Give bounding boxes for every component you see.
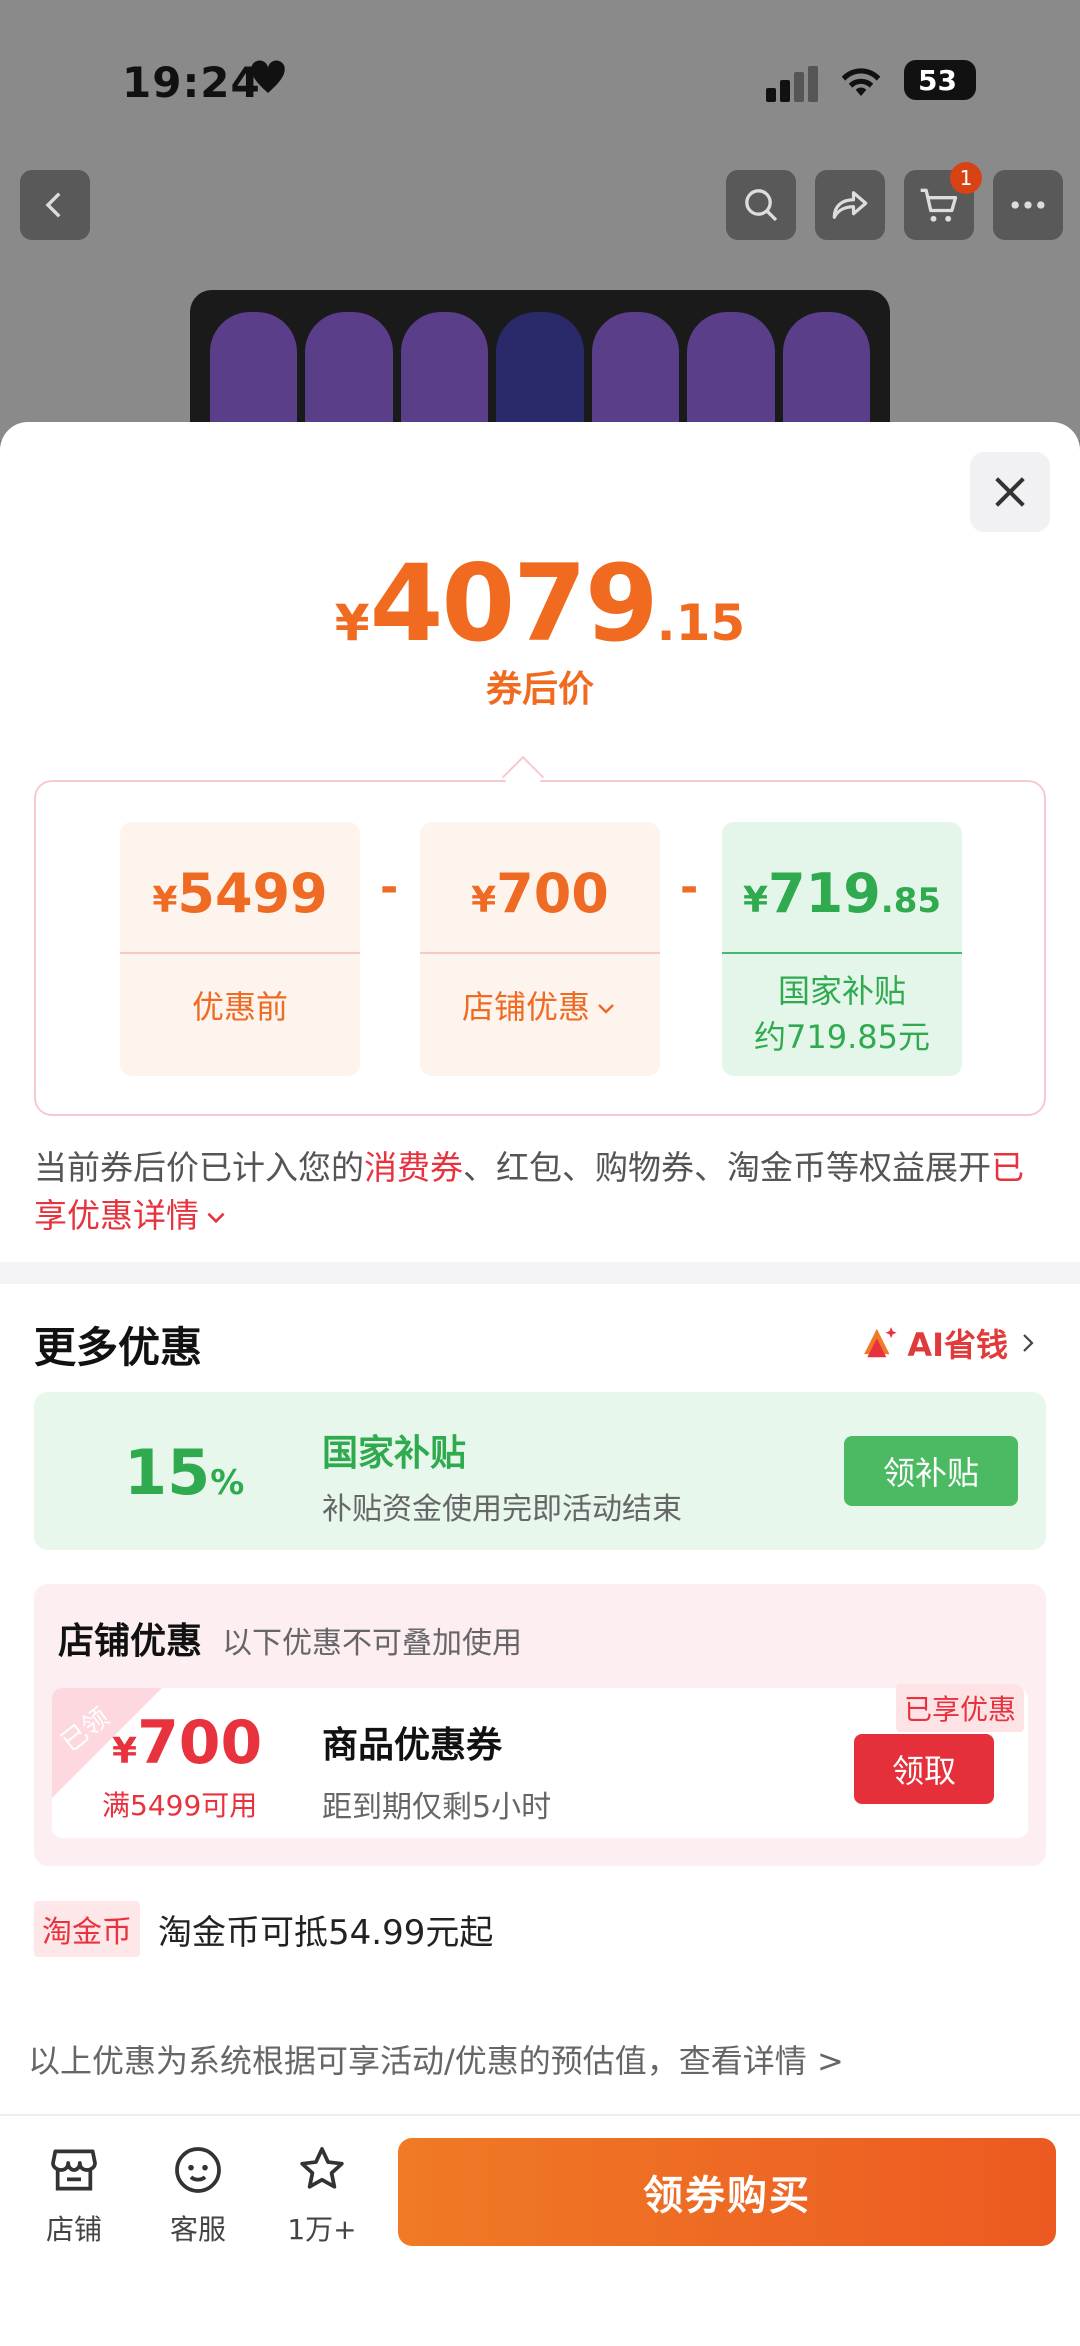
chevron-right-icon — [1023, 1334, 1034, 1352]
star-icon — [300, 2147, 344, 2189]
store-offer-section: 店铺优惠 以下优惠不可叠加使用 已领 ¥700 满5499可用 商品优惠券 距到… — [34, 1584, 1046, 1866]
price-breakdown: ¥5499 优惠前 - ¥700 店铺优惠 - ¥719.85 国家补贴 约71… — [34, 780, 1046, 1116]
subsidy-value: 719 — [768, 862, 881, 925]
card-divider — [722, 952, 962, 954]
subsidy-amount: ¥719.85 — [722, 862, 962, 925]
card-divider — [420, 952, 660, 954]
currency-symbol: ¥ — [334, 594, 370, 652]
customer-service-tab[interactable]: 客服 — [148, 2142, 248, 2248]
final-price: ¥4079.15 — [0, 542, 1080, 665]
note-text: 当前券后价已计入您的 — [34, 1148, 364, 1187]
bottom-action-bar: 店铺 客服 1万+ 领券购买 — [0, 2114, 1080, 2346]
status-bar: 19:24 53 — [0, 40, 1080, 120]
cart-button[interactable]: 1 — [904, 162, 982, 240]
discount-disclaimer-link[interactable]: 以上优惠为系统根据可享活动/优惠的预估值，查看详情 > — [28, 2036, 844, 2082]
store-offer-subtitle: 以下优惠不可叠加使用 — [222, 1626, 522, 1661]
store-discount: ¥700 — [420, 862, 660, 925]
consumer-coupon-link[interactable]: 消费券 — [364, 1148, 463, 1187]
chevron-down-icon — [207, 1212, 225, 1223]
original-price: ¥5499 — [120, 862, 360, 925]
currency-symbol: ¥ — [112, 1731, 138, 1772]
price-caption: 券后价 — [485, 669, 594, 710]
claim-and-buy-button[interactable]: 领券购买 — [398, 2138, 1056, 2246]
back-button[interactable] — [20, 170, 90, 240]
store-tab[interactable]: 店铺 — [24, 2142, 124, 2248]
store-icon — [51, 2149, 97, 2191]
store-discount-value: 700 — [496, 862, 609, 925]
price-integer: 4079 — [369, 542, 659, 665]
ai-save-link[interactable]: AI省钱 — [861, 1320, 1040, 1366]
coupon-amount-value: 700 — [137, 1708, 263, 1778]
cart-badge: 1 — [950, 162, 982, 194]
heart-icon — [251, 60, 285, 93]
chevron-down-icon — [598, 1004, 614, 1014]
store-discount-label: 店铺优惠 — [461, 988, 590, 1026]
original-price-card: ¥5499 优惠前 — [120, 822, 360, 1076]
battery-indicator: 53 — [904, 60, 976, 100]
wifi-icon — [841, 68, 881, 96]
share-button[interactable] — [815, 170, 885, 240]
background-page: 19:24 53 1 — [0, 0, 1080, 470]
signal-icon — [766, 66, 818, 102]
search-icon — [745, 189, 778, 222]
minus-sign: - — [380, 862, 399, 913]
customer-service-icon — [175, 2147, 221, 2193]
original-price-label: 优惠前 — [191, 988, 288, 1026]
store-discount-label-row: 店铺优惠 — [420, 982, 660, 1028]
ai-save-label: AI省钱 — [907, 1326, 1008, 1364]
coupon-condition: 满5499可用 — [102, 1789, 258, 1822]
subsidy-percent-sign: % — [210, 1463, 245, 1503]
share-icon — [832, 191, 868, 219]
subsidy-title: 国家补贴 — [322, 1433, 467, 1474]
favorite-count: 1万+ — [287, 2213, 357, 2246]
enjoyed-discount-tag: 已享优惠 — [895, 1684, 1024, 1732]
subsidy-label-line1: 国家补贴 — [777, 972, 906, 1010]
currency-symbol: ¥ — [152, 880, 178, 921]
claim-coupon-button[interactable]: 领取 — [854, 1734, 994, 1804]
coupon-expiry: 距到期仅剩5小时 — [322, 1790, 552, 1825]
subsidy-percent-value: 15 — [124, 1436, 211, 1509]
national-subsidy-card: 15% 国家补贴 补贴资金使用完即活动结束 领补贴 — [34, 1392, 1046, 1550]
more-icon — [1011, 201, 1045, 209]
claim-subsidy-button[interactable]: 领补贴 — [844, 1436, 1018, 1506]
tao-coin-row: 淘金币 淘金币可抵54.99元起 — [34, 1901, 494, 1957]
original-price-value: 5499 — [177, 862, 328, 925]
tao-coin-tag: 淘金币 — [34, 1901, 140, 1957]
more-button[interactable] — [993, 170, 1063, 240]
search-button[interactable] — [726, 170, 796, 240]
subsidy-label-line2: 约719.85元 — [754, 1018, 930, 1056]
discount-sheet: ¥4079.15 券后价 ¥5499 优惠前 - ¥700 店铺优惠 - ¥71… — [0, 422, 1080, 2346]
section-divider — [0, 1262, 1080, 1284]
more-offers-title: 更多优惠 — [34, 1323, 203, 1372]
close-icon — [995, 477, 1025, 507]
ai-sparkle-icon — [864, 1327, 897, 1358]
minus-sign: - — [680, 862, 699, 913]
close-button[interactable] — [970, 452, 1050, 532]
coupon-name: 商品优惠券 — [322, 1725, 503, 1766]
subsidy-label: 国家补贴 约719.85元 — [722, 968, 962, 1060]
status-time: 19:24 — [122, 58, 261, 107]
subsidy-card: ¥719.85 国家补贴 约719.85元 — [722, 822, 962, 1076]
price-decimal: .15 — [656, 594, 746, 652]
store-discount-card[interactable]: ¥700 店铺优惠 — [420, 822, 660, 1076]
tao-coin-text: 淘金币可抵54.99元起 — [158, 1912, 494, 1953]
customer-service-label: 客服 — [169, 2213, 226, 2246]
note-text: 、红包、购物券、淘金币等权益展开 — [463, 1148, 991, 1187]
subsidy-percent: 15% — [124, 1436, 244, 1509]
subsidy-decimal: .85 — [880, 881, 942, 921]
currency-symbol: ¥ — [742, 880, 769, 921]
favorite-tab[interactable]: 1万+ — [272, 2142, 372, 2248]
currency-symbol: ¥ — [471, 880, 497, 921]
store-tab-label: 店铺 — [45, 2213, 102, 2246]
store-offer-title: 店铺优惠 — [58, 1621, 203, 1662]
price-note: 当前券后价已计入您的消费券、红包、购物券、淘金币等权益展开已享优惠详情 — [34, 1144, 1046, 1240]
chevron-left-icon — [45, 192, 61, 218]
subsidy-description: 补贴资金使用完即活动结束 — [322, 1492, 682, 1527]
coupon-amount: ¥700 — [112, 1708, 262, 1778]
card-divider — [120, 952, 360, 954]
